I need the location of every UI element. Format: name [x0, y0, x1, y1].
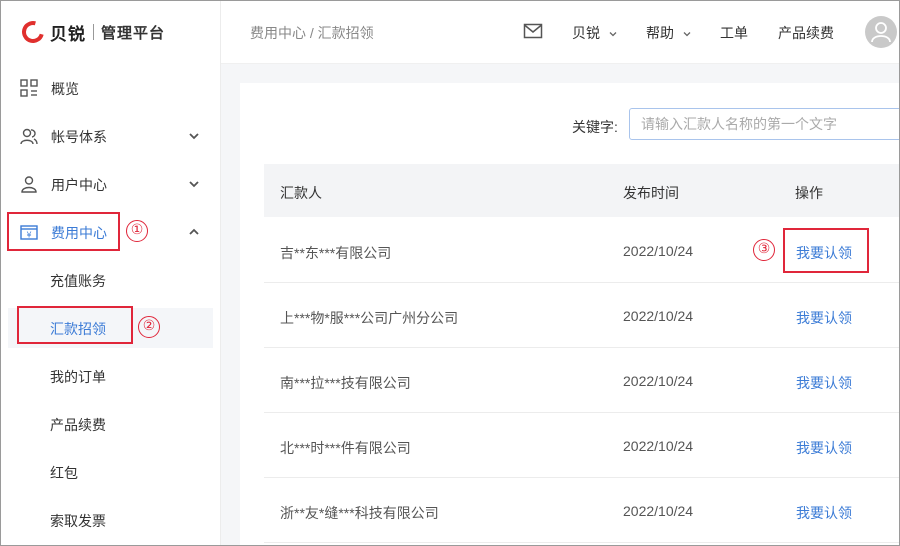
breadcrumb: 费用中心 / 汇款招领: [250, 25, 374, 41]
sidebar-subitem-label: 产品续费: [50, 417, 106, 433]
column-header-remitter: 汇款人: [280, 185, 322, 201]
claim-link[interactable]: 我要认领: [796, 438, 852, 458]
column-header-action: 操作: [795, 185, 823, 201]
sidebar-item-label: 帐号体系: [51, 129, 107, 145]
brand-name: 贝锐: [50, 24, 86, 44]
date-cell: 2022/10/24: [623, 308, 694, 324]
sidebar-subitem-label: 汇款招领: [50, 321, 106, 337]
sidebar-subitem-orders[interactable]: 我的订单: [8, 356, 213, 396]
chevron-down-icon: [189, 133, 199, 140]
sidebar-item-accounts[interactable]: 帐号体系: [0, 112, 221, 160]
sidebar-subitem-remittance-claim[interactable]: 汇款招领: [8, 308, 213, 348]
date-cell: 2022/10/24: [623, 438, 694, 454]
table-row: 南***拉***技有限公司 2022/10/24 我要认领: [264, 348, 900, 413]
date-cell: 2022/10/24: [623, 373, 694, 389]
brand-logo[interactable]: 贝锐 管理平台: [17, 16, 166, 48]
table-row: 北***时***件有限公司 2022/10/24 我要认领: [264, 413, 900, 478]
sidebar-subitem-invoice[interactable]: 索取发票: [8, 500, 213, 540]
keyword-label: 关键字:: [572, 119, 618, 135]
sidebar-item-billing[interactable]: ¥ 费用中心: [0, 208, 221, 256]
header-account-label: 贝锐: [572, 25, 600, 41]
chevron-up-icon: [189, 228, 199, 235]
sidebar-item-label: 费用中心: [51, 225, 107, 241]
user-icon: [21, 176, 37, 193]
remitter-cell: 南***拉***技有限公司: [280, 375, 411, 391]
sidebar-subitem-renewal[interactable]: 产品续费: [8, 404, 213, 444]
remitter-cell: 浙**友*缝***科技有限公司: [280, 505, 439, 521]
chevron-down-icon: [609, 32, 617, 37]
annotation-number-3: ③: [753, 239, 775, 261]
avatar-user-icon: [871, 22, 891, 43]
date-cell: 2022/10/24: [623, 503, 694, 519]
sidebar-subitem-label: 充值账务: [50, 273, 106, 289]
annotation-number-2: ②: [138, 316, 160, 338]
date-cell: 2022/10/24: [623, 243, 694, 259]
brand-logo-icon: [17, 16, 49, 48]
annotation-number-1: ①: [126, 220, 148, 242]
sidebar-subitem-label: 我的订单: [50, 369, 106, 385]
remitter-cell: 北***时***件有限公司: [280, 440, 411, 456]
sidebar-item-overview[interactable]: 概览: [0, 64, 221, 112]
sidebar-item-user-center[interactable]: 用户中心: [0, 160, 221, 208]
header-account-menu[interactable]: 贝锐: [572, 23, 618, 43]
sidebar-subitem-label: 红包: [50, 465, 78, 481]
table-row: 上***物*服***公司广州分公司 2022/10/24 我要认领: [264, 283, 900, 348]
sidebar-item-label: 用户中心: [51, 177, 107, 193]
claim-link[interactable]: 我要认领: [796, 308, 852, 328]
keyword-search-input[interactable]: [629, 108, 900, 140]
claim-link[interactable]: 我要认领: [796, 503, 852, 523]
sidebar: 贝锐 管理平台 概览 帐号体系 用户中心 ¥ 费用中心 充值账务 汇款招领 我的…: [0, 0, 221, 546]
yen-card-icon: ¥: [20, 225, 38, 240]
brand-subtitle: 管理平台: [101, 24, 166, 42]
column-header-date: 发布时间: [623, 185, 679, 201]
remitter-cell: 上***物*服***公司广州分公司: [280, 310, 459, 326]
brand-divider: [93, 24, 94, 40]
users-icon: [20, 128, 38, 145]
header-renewal-link[interactable]: 产品续费: [778, 23, 834, 43]
sidebar-item-label: 概览: [51, 81, 79, 97]
chevron-down-icon: [189, 181, 199, 188]
claim-link[interactable]: 我要认领: [796, 373, 852, 393]
table-row: 吉**东***有限公司 2022/10/24 我要认领: [264, 218, 900, 283]
table-header: 汇款人 发布时间 操作: [264, 164, 900, 217]
header-help-menu[interactable]: 帮助: [646, 23, 692, 43]
chevron-down-icon: [683, 32, 691, 37]
header-help-label: 帮助: [646, 25, 674, 41]
header-ticket-link[interactable]: 工单: [720, 23, 748, 43]
top-header: 费用中心 / 汇款招领 贝锐 帮助 工单 产品续费: [221, 0, 900, 64]
avatar[interactable]: [865, 16, 897, 48]
sidebar-subitem-label: 索取发票: [50, 513, 106, 529]
table-row: 浙**友*缝***科技有限公司 2022/10/24 我要认领: [264, 478, 900, 543]
mail-icon[interactable]: [523, 22, 543, 40]
sidebar-subitem-recharge[interactable]: 充值账务: [8, 260, 213, 300]
sidebar-subitem-red-packet[interactable]: 红包: [8, 452, 213, 492]
svg-text:¥: ¥: [26, 231, 31, 240]
remitter-cell: 吉**东***有限公司: [280, 245, 392, 261]
claim-link[interactable]: 我要认领: [796, 243, 852, 263]
grid-icon: [20, 79, 38, 97]
